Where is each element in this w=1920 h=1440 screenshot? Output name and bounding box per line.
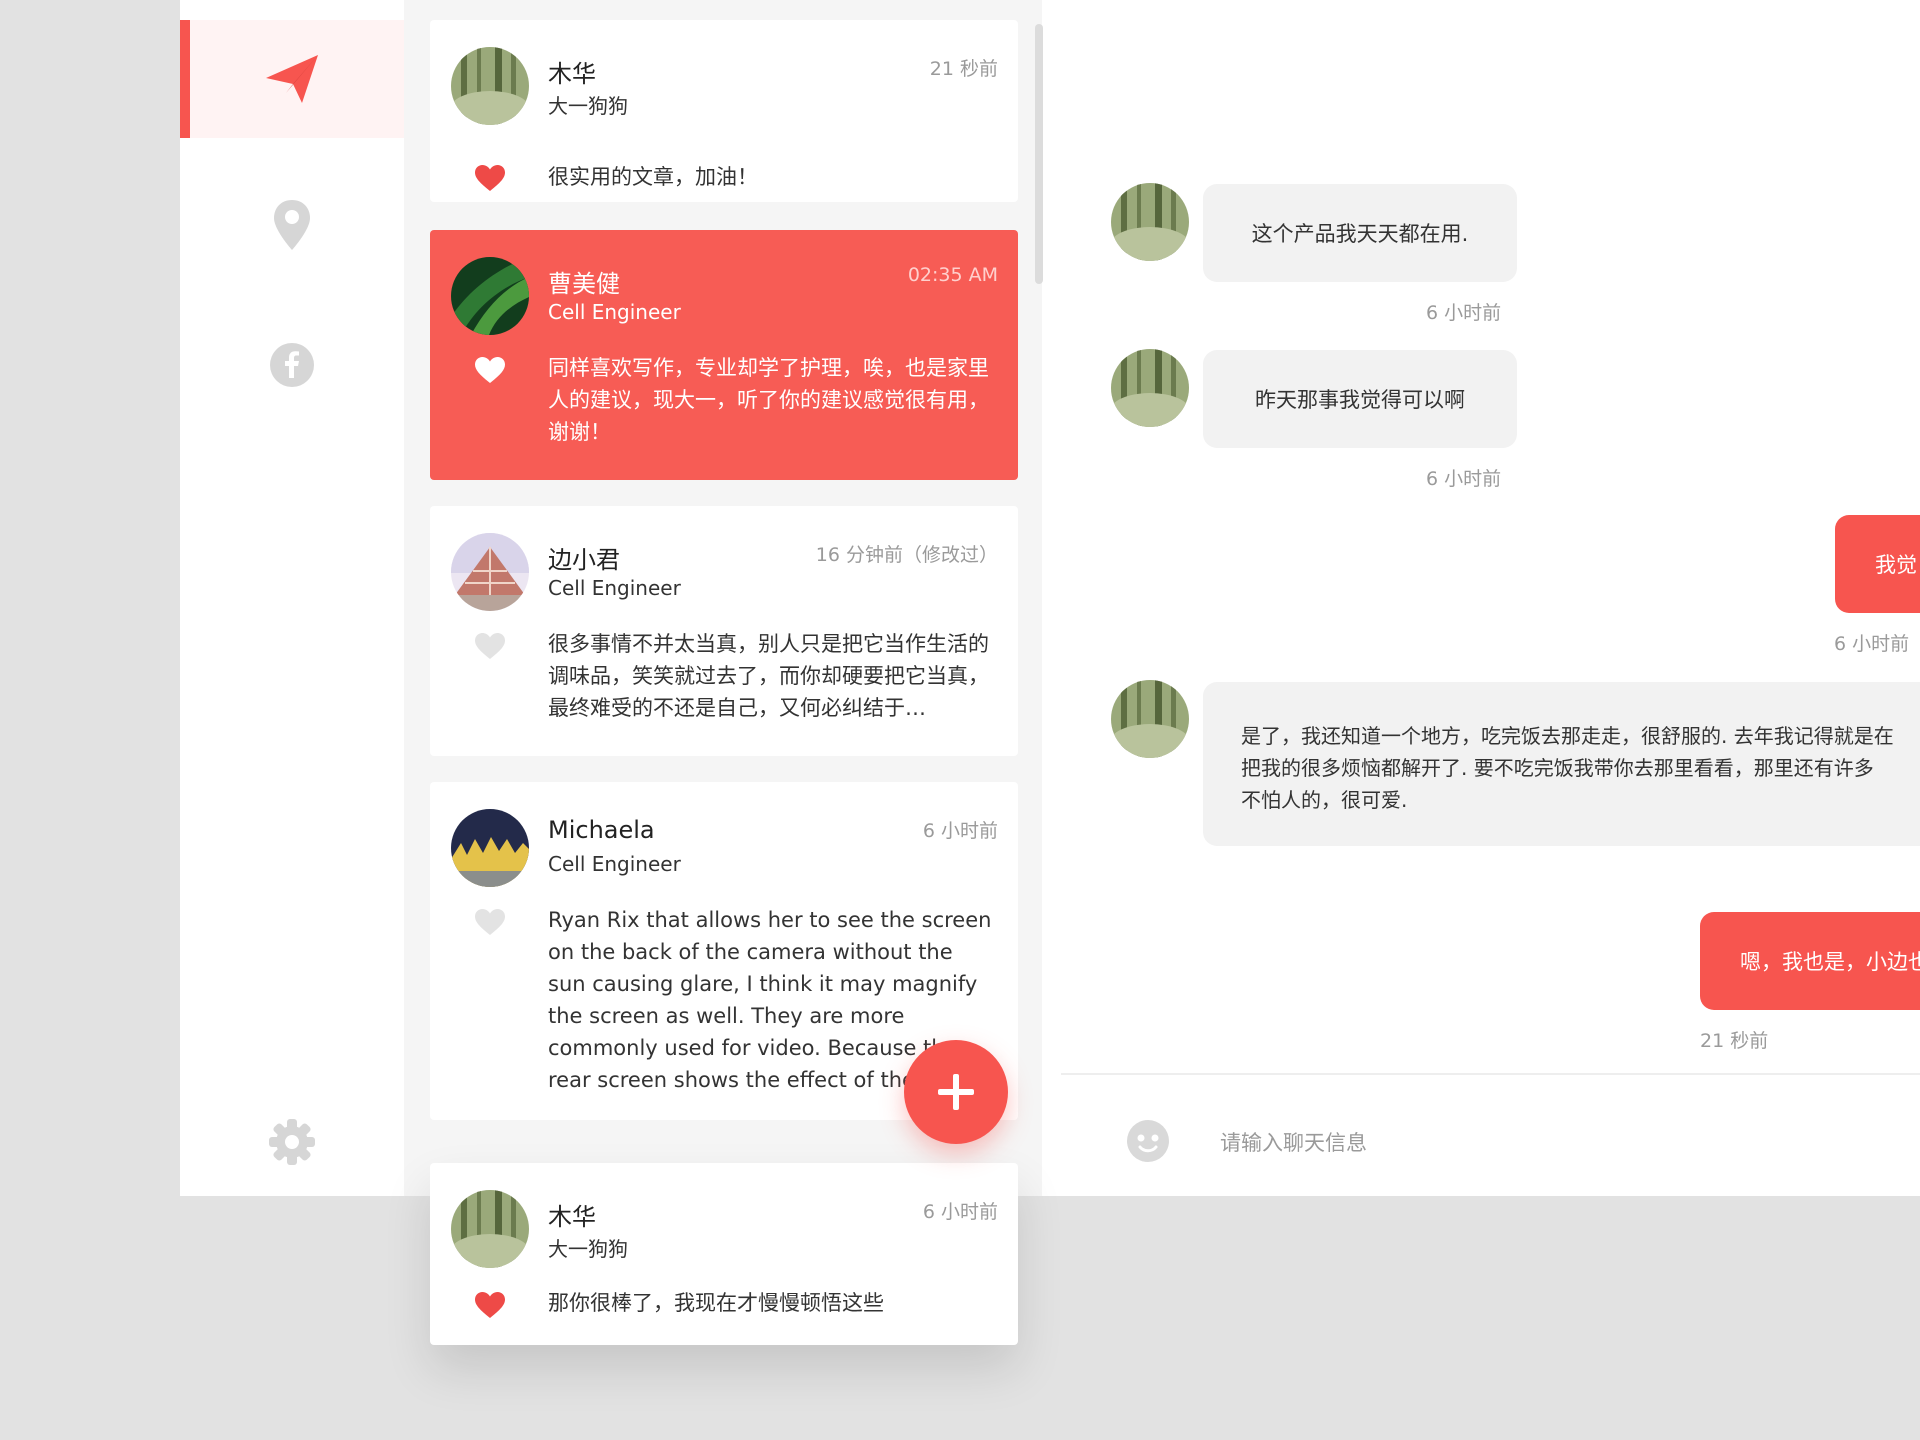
chat-message-outgoing: 我觉 (1835, 515, 1920, 613)
contact-subtitle: 大一狗狗 (548, 94, 628, 118)
chat-panel (1061, 0, 1920, 1196)
nav-item-facebook[interactable] (180, 306, 404, 424)
avatar (1111, 349, 1189, 427)
message-preview: 那你很棒了，我现在才慢慢顿悟这些 (548, 1291, 884, 1315)
nav-item-messages[interactable] (180, 20, 404, 138)
emoji-button[interactable] (1127, 1120, 1169, 1162)
message-time: 6 小时前 (922, 820, 998, 842)
message-time: 21 秒前 (929, 58, 998, 80)
send-icon (266, 55, 318, 103)
contact-subtitle: Cell Engineer (548, 852, 681, 876)
new-message-button[interactable] (904, 1040, 1008, 1144)
facebook-icon (270, 343, 314, 387)
message-time: 16 分钟前（修改过） (815, 544, 998, 566)
message-preview: 同样喜欢写作，专业却学了护理，唉，也是家里人的建议，现大一，听了你的建议感觉很有… (548, 356, 989, 444)
list-scrollbar[interactable] (1035, 24, 1043, 284)
chat-message-incoming: 是了，我还知道一个地方，吃完饭去那走走，很舒服的. 去年我记得就是在 把我的很多… (1203, 682, 1920, 846)
contact-name: 木华 (548, 1203, 596, 1231)
chat-message-line: 不怕人的，很可爱. (1241, 788, 1408, 812)
chat-message-input[interactable] (1218, 1118, 1902, 1168)
gear-icon (269, 1119, 315, 1165)
nav-item-settings[interactable] (180, 1083, 404, 1201)
nav-item-location[interactable] (180, 166, 404, 284)
composer-divider (1061, 1073, 1920, 1075)
contact-subtitle: Cell Engineer (548, 300, 681, 324)
chat-message-line: 把我的很多烦恼都解开了. 要不吃完饭我带你去那里看看，那里还有许多 (1241, 756, 1874, 780)
heart-icon[interactable] (474, 164, 506, 192)
location-pin-icon (274, 200, 310, 250)
conversation-card-selected[interactable]: 曹美健 Cell Engineer 02:35 AM 同样喜欢写作，专业却学了护… (430, 230, 1018, 480)
chat-message-time: 6 小时前 (1834, 633, 1910, 655)
conversation-card[interactable]: 边小君 Cell Engineer 16 分钟前（修改过） 很多事情不并太当真，… (430, 506, 1018, 756)
heart-icon[interactable] (474, 632, 506, 660)
avatar (451, 809, 529, 887)
contact-subtitle: 大一狗狗 (548, 1237, 628, 1261)
chat-message-time: 6 小时前 (1426, 302, 1502, 324)
avatar (451, 533, 529, 611)
contact-name: 曹美健 (548, 270, 620, 298)
chat-message-time: 6 小时前 (1426, 468, 1502, 490)
contact-name: 木华 (548, 60, 596, 88)
chat-message-incoming: 这个产品我天天都在用. (1203, 184, 1517, 282)
conversation-card-dragging[interactable]: 木华 大一狗狗 6 小时前 那你很棒了，我现在才慢慢顿悟这些 (430, 1163, 1018, 1345)
avatar (1111, 183, 1189, 261)
nav-sidebar (180, 0, 404, 1196)
plus-icon (938, 1074, 974, 1110)
message-preview: 很实用的文章，加油！ (548, 165, 758, 189)
message-preview: 很多事情不并太当真，别人只是把它当作生活的调味品，笑笑就过去了，而你却硬要把它当… (548, 632, 989, 720)
chat-message-incoming: 昨天那事我觉得可以啊 (1203, 350, 1517, 448)
chat-message-time: 21 秒前 (1700, 1030, 1769, 1052)
contact-subtitle: Cell Engineer (548, 576, 681, 600)
emoji-icon (1128, 1121, 1168, 1161)
heart-icon[interactable] (474, 356, 506, 384)
message-time: 02:35 AM (907, 264, 998, 286)
contact-name: 边小君 (548, 546, 620, 574)
message-time: 6 小时前 (922, 1201, 998, 1223)
chat-message-outgoing: 嗯，我也是，小边也 (1700, 912, 1920, 1010)
avatar (451, 257, 529, 335)
avatar (1111, 680, 1189, 758)
heart-icon[interactable] (474, 908, 506, 936)
avatar (451, 47, 529, 125)
conversation-card[interactable]: 木华 大一狗狗 21 秒前 很实用的文章，加油！ (430, 20, 1018, 202)
heart-icon[interactable] (474, 1291, 506, 1319)
contact-name: Michaela (548, 816, 655, 844)
avatar (451, 1190, 529, 1268)
chat-message-line: 是了，我还知道一个地方，吃完饭去那走走，很舒服的. 去年我记得就是在 (1241, 724, 1894, 748)
